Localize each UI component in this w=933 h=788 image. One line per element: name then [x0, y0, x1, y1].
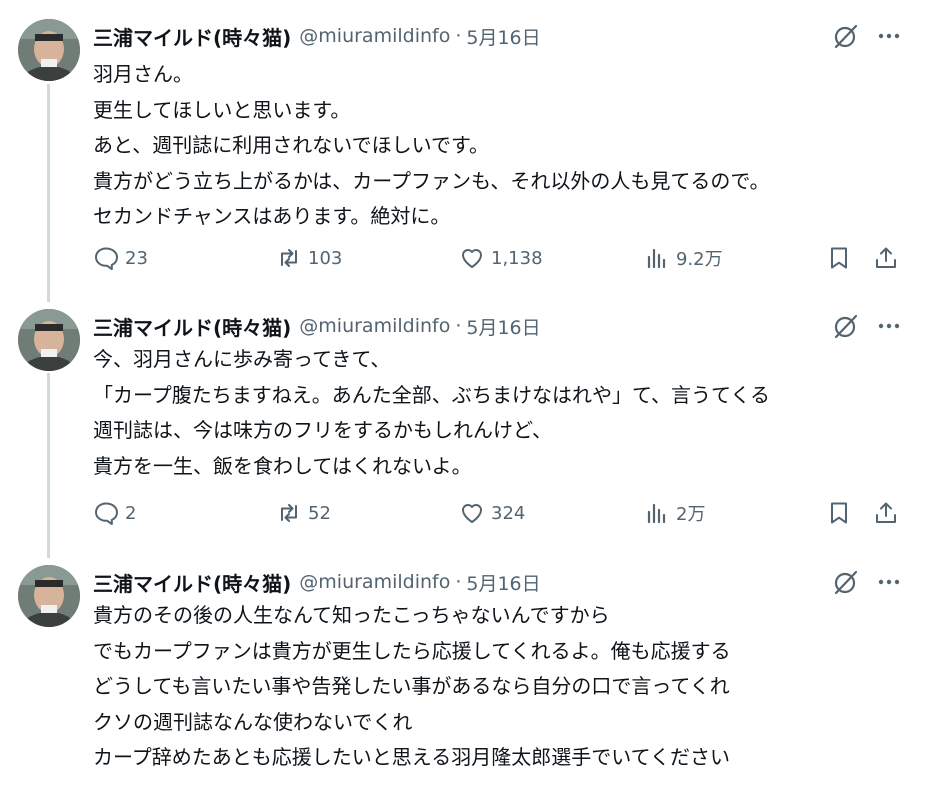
grok-icon[interactable]	[831, 567, 861, 597]
avatar[interactable]	[18, 565, 80, 627]
tweet-header: 三浦マイルド(時々猫) @miuramildinfo · 5月16日	[93, 19, 541, 53]
repost-button[interactable]: 103	[276, 243, 342, 273]
tweet-text: 羽月さん。 更生してほしいと思います。 あと、週刊誌に利用されないでほしいです。…	[93, 57, 770, 235]
text-line: クソの週刊誌なんな使わないでくれ	[93, 709, 413, 734]
tweet-header: 三浦マイルド(時々猫) @miuramildinfo · 5月16日	[93, 565, 541, 599]
more-icon[interactable]	[874, 311, 904, 341]
view-count: 9.2万	[676, 249, 723, 270]
repost-count: 103	[308, 247, 343, 269]
more-icon[interactable]	[874, 21, 904, 51]
tweet-date[interactable]: 5月16日	[466, 569, 540, 596]
text-line: 貴方のその後の人生なんて知ったこっちゃないんですから	[93, 603, 610, 627]
tweet[interactable]: 三浦マイルド(時々猫) @miuramildinfo · 5月16日 貴方のその…	[0, 565, 933, 788]
share-button[interactable]	[873, 243, 899, 273]
view-count: 2万	[676, 504, 706, 525]
text-line: あと、週刊誌に利用されないでほしいです。	[93, 133, 489, 157]
author-name[interactable]: 三浦マイルド(時々猫)	[93, 568, 291, 597]
text-line: 「カープ腹たちますねえ。あんた全部、ぶちまけなはれや」て、言うてくる	[93, 382, 770, 407]
like-count: 1,138	[491, 247, 543, 269]
bookmark-icon	[831, 247, 847, 269]
text-line: 週刊誌は、今は味方のフリをするかもしれんけど、	[93, 418, 552, 442]
text-line: 今、羽月さんに歩み寄ってきて、	[93, 347, 391, 371]
reply-button[interactable]: 23	[93, 243, 148, 273]
text-line: 羽月さん。	[93, 62, 193, 86]
text-line: 貴方を一生、飯を食わしてはくれないよ。	[93, 453, 472, 478]
author-handle[interactable]: @miuramildinfo	[299, 315, 450, 337]
like-button[interactable]: 1,138	[459, 243, 543, 273]
text-line: どうしても言いたい事や告発したい事があるなら自分の口で言ってくれ	[93, 674, 730, 698]
grok-icon[interactable]	[831, 311, 861, 341]
tweet-date[interactable]: 5月16日	[466, 313, 540, 340]
heart-icon	[462, 504, 482, 523]
action-bar: 23 103 1,138 9.2万	[93, 243, 908, 273]
like-button[interactable]: 324	[459, 498, 525, 528]
like-count: 324	[491, 502, 526, 524]
action-bar: 2 52 324 2万	[93, 498, 908, 528]
repost-count: 52	[308, 502, 331, 524]
reply-icon	[95, 247, 118, 270]
tweet-date[interactable]: 5月16日	[466, 23, 540, 50]
tweet-text: 今、羽月さんに歩み寄ってきて、 「カープ腹たちますねえ。あんた全部、ぶちまけなは…	[93, 342, 770, 484]
text-line: 貴方がどう立ち上がるかは、カープファンも、それ以外の人も見てるので。	[93, 168, 770, 193]
reply-icon	[95, 502, 118, 525]
tweet[interactable]: 三浦マイルド(時々猫) @miuramildinfo · 5月16日 今、羽月さ…	[0, 309, 933, 549]
text-line: カープ辞めたあとも応援したいと思える羽月隆太郎選手でいてください	[93, 745, 730, 769]
reply-count: 23	[125, 247, 148, 269]
repost-icon	[281, 249, 297, 267]
bookmark-button[interactable]	[826, 498, 852, 528]
text-line: 更生してほしいと思います。	[93, 97, 351, 122]
bookmark-icon	[831, 502, 847, 524]
author-handle[interactable]: @miuramildinfo	[299, 25, 450, 47]
grok-icon[interactable]	[831, 21, 861, 51]
author-name[interactable]: 三浦マイルド(時々猫)	[93, 312, 291, 341]
separator-dot: ·	[455, 25, 462, 47]
repost-icon	[281, 504, 297, 522]
more-icon[interactable]	[874, 567, 904, 597]
tweet-header: 三浦マイルド(時々猫) @miuramildinfo · 5月16日	[93, 309, 541, 343]
views-button[interactable]: 9.2万	[644, 243, 723, 273]
share-button[interactable]	[873, 498, 899, 528]
heart-icon	[462, 249, 482, 268]
share-icon	[876, 502, 896, 523]
bookmark-button[interactable]	[826, 243, 852, 273]
author-handle[interactable]: @miuramildinfo	[299, 571, 450, 593]
share-icon	[876, 247, 896, 268]
author-name[interactable]: 三浦マイルド(時々猫)	[93, 22, 291, 51]
avatar[interactable]	[18, 19, 80, 81]
views-button[interactable]: 2万	[644, 498, 705, 528]
tweet[interactable]: 三浦マイルド(時々猫) @miuramildinfo · 5月16日 羽月さん。…	[0, 19, 933, 279]
avatar[interactable]	[18, 309, 80, 371]
repost-button[interactable]: 52	[276, 498, 331, 528]
text-line: セカンドチャンスはあります。絶対に。	[93, 204, 451, 228]
views-icon	[647, 503, 666, 524]
tweet-text: 貴方のその後の人生なんて知ったこっちゃないんですから でもカープファンは貴方が更…	[93, 598, 731, 776]
views-icon	[647, 248, 666, 269]
reply-button[interactable]: 2	[93, 498, 136, 528]
text-line: でもカープファンは貴方が更生したら応援してくれるよ。俺も応援する	[93, 638, 731, 663]
separator-dot: ·	[455, 315, 462, 337]
reply-count: 2	[125, 502, 137, 524]
separator-dot: ·	[455, 571, 462, 593]
